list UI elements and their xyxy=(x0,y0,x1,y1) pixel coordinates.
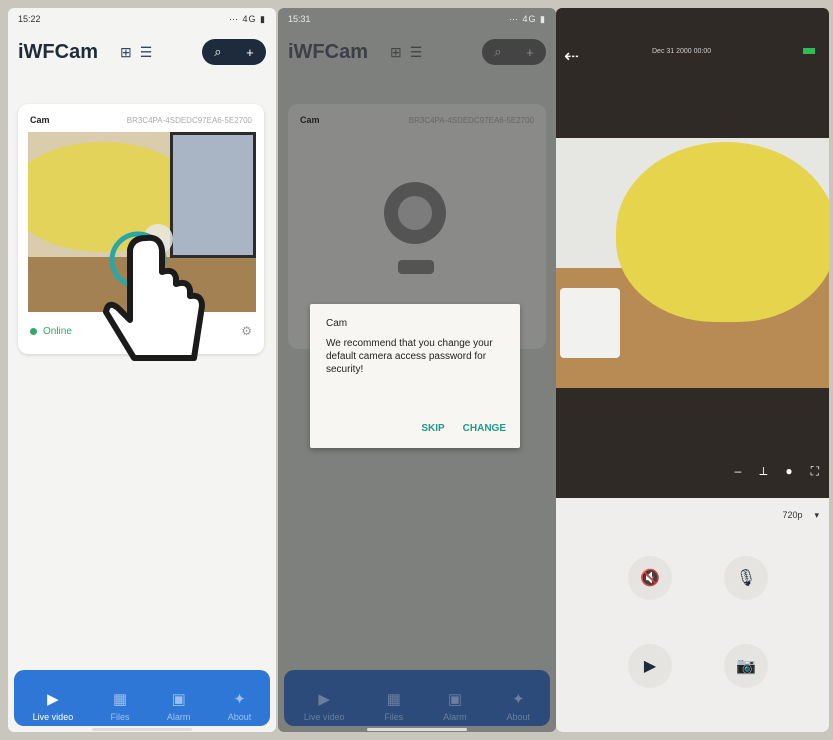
list-icon: ☰ xyxy=(409,43,423,60)
nav-alarm-label: Alarm xyxy=(443,712,467,722)
camera-icon xyxy=(384,182,446,274)
app-bar: iWFCam ⊞ ☰ ⌕ + xyxy=(8,30,276,74)
speaker-mute-icon: 🔇 xyxy=(640,570,660,587)
gear-icon[interactable]: ⚙ xyxy=(241,324,252,338)
list-icon[interactable]: ☰ xyxy=(140,44,153,61)
camera-id: BR3C4PA-4SDEDC97EA6-5E2700 xyxy=(126,115,252,125)
nav-about-label: About xyxy=(227,712,252,722)
minimize-icon[interactable]: ‒ xyxy=(735,464,742,479)
add-icon: + xyxy=(526,44,534,60)
pan-icon[interactable]: ⟂ xyxy=(759,464,767,479)
home-indicator xyxy=(367,728,467,731)
live-video-feed[interactable] xyxy=(556,138,829,388)
feed-mug xyxy=(560,288,620,358)
about-icon: ✦ xyxy=(233,691,246,708)
phone-screen-password-dialog: 15:31 ⋯ 4G ▮ iWFCam ⊞ ☰ ⌕ + Cam BR3C4PA-… xyxy=(278,8,556,732)
feed-pillow xyxy=(616,142,829,322)
status-icons: ⋯ 4G ▮ xyxy=(509,13,546,24)
nav-files[interactable]: ▦ Files xyxy=(111,690,130,722)
speaker-mute-button[interactable]: 🔇 xyxy=(628,556,672,600)
nav-files-label: Files xyxy=(110,712,130,722)
app-title: iWFCam xyxy=(18,40,98,63)
home-indicator xyxy=(92,728,192,731)
nav-alarm: ▣ Alarm xyxy=(443,690,467,722)
camera-name: Cam xyxy=(30,115,50,125)
grid-icon[interactable]: ⊞ xyxy=(120,44,132,61)
header-icons: ⊞ ☰ xyxy=(120,44,152,61)
nav-alarm[interactable]: ▣ Alarm xyxy=(167,690,191,722)
header-actions: ⌕ + xyxy=(202,39,266,65)
skip-button[interactable]: SKIP xyxy=(421,423,444,434)
nav-files: ▦ Files xyxy=(384,690,403,722)
card-header: Cam BR3C4PA-4SDEDC97EA6-5E2700 xyxy=(288,104,546,136)
change-button[interactable]: CHANGE xyxy=(463,423,506,434)
files-icon: ▦ xyxy=(112,691,128,708)
nav-live-video-label: Live video xyxy=(32,712,74,722)
alarm-icon: ▣ xyxy=(171,691,186,708)
app-title: iWFCam xyxy=(288,40,368,63)
bottom-nav: ▶ Live video ▦ Files ▣ Alarm ✦ About xyxy=(14,670,270,726)
status-time: 15:31 xyxy=(288,14,311,24)
camera-lens xyxy=(398,196,432,230)
camera-icon: 📷 xyxy=(736,658,756,675)
fullscreen-icon[interactable]: ⛶ xyxy=(811,464,819,479)
online-dot-icon xyxy=(30,327,37,335)
quality-select[interactable]: 720p ▾ xyxy=(782,510,819,521)
status-time: 15:22 xyxy=(18,14,41,24)
alarm-icon: ▣ xyxy=(447,691,462,708)
header-actions: ⌕ + xyxy=(482,39,546,65)
nav-about: ✦ About xyxy=(507,690,531,722)
status-bar: 15:31 ⋯ 4G ▮ xyxy=(278,8,556,30)
nav-live-video[interactable]: ▶ Live video xyxy=(33,690,74,722)
camera-name: Cam xyxy=(300,115,320,125)
add-icon[interactable]: + xyxy=(246,45,254,60)
status-icons: ⋯ 4G ▮ xyxy=(229,13,266,24)
nav-files-label: Files xyxy=(384,712,404,722)
dialog-actions: SKIP CHANGE xyxy=(421,423,506,434)
phone-screen-device-list: 15:22 ⋯ 4G ▮ iWFCam ⊞ ☰ ⌕ + Cam BR3C4PA-… xyxy=(8,8,276,732)
camera-base xyxy=(398,260,434,274)
search-icon: ⌕ xyxy=(494,44,502,59)
record-icon: ▶ xyxy=(643,658,657,675)
nav-about-label: About xyxy=(506,712,531,722)
tap-hand-icon xyxy=(103,231,205,361)
about-icon: ✦ xyxy=(511,691,525,708)
dialog-message: We recommend that you change your defaul… xyxy=(326,338,493,375)
camera-id: BR3C4PA-4SDEDC97EA6-5E2700 xyxy=(408,115,534,125)
header-icons: ⊞ ☰ xyxy=(390,44,422,61)
video-timestamp: Dec 31 2000 00:00 xyxy=(652,48,712,55)
back-arrow-icon[interactable]: ⇠ xyxy=(564,46,579,67)
nav-live-video: ▶ Live video xyxy=(304,690,345,722)
bottom-nav: ▶ Live video ▦ Files ▣ Alarm ✦ About xyxy=(284,670,550,726)
grid-icon: ⊞ xyxy=(390,43,402,60)
phone-screen-live-view: ⇠ Dec 31 2000 00:00 ‒ ⟂ ● ⛶ 720p ▾ 🔇 🎙 ▶… xyxy=(556,8,829,732)
microphone-icon: 🎙 xyxy=(735,570,757,587)
quality-value: 720p xyxy=(782,510,803,520)
dialog-title: Cam xyxy=(326,318,348,329)
camera-status: Online xyxy=(43,325,72,337)
live-video-icon: ▶ xyxy=(47,691,59,708)
live-video-icon: ▶ xyxy=(318,691,330,708)
nav-about[interactable]: ✦ About xyxy=(228,690,252,722)
control-panel: 720p ▾ 🔇 🎙 ▶ 📷 xyxy=(556,498,829,732)
snapshot-button[interactable]: 📷 xyxy=(724,644,768,688)
nav-alarm-label: Alarm xyxy=(166,712,191,722)
video-controls: ‒ ⟂ ● ⛶ xyxy=(735,464,819,479)
search-icon[interactable]: ⌕ xyxy=(214,44,221,60)
brightness-icon[interactable]: ● xyxy=(785,464,792,479)
files-icon: ▦ xyxy=(386,691,401,708)
record-button[interactable]: ▶ xyxy=(628,644,672,688)
app-bar: iWFCam ⊞ ☰ ⌕ + xyxy=(278,30,556,74)
chevron-down-icon: ▾ xyxy=(814,510,819,520)
nav-live-video-label: Live video xyxy=(303,712,345,722)
microphone-button[interactable]: 🎙 xyxy=(724,556,768,600)
status-bar: 15:22 ⋯ 4G ▮ xyxy=(8,8,276,30)
signal-indicator-icon xyxy=(803,48,815,54)
security-dialog: Cam We recommend that you change your de… xyxy=(310,304,520,448)
